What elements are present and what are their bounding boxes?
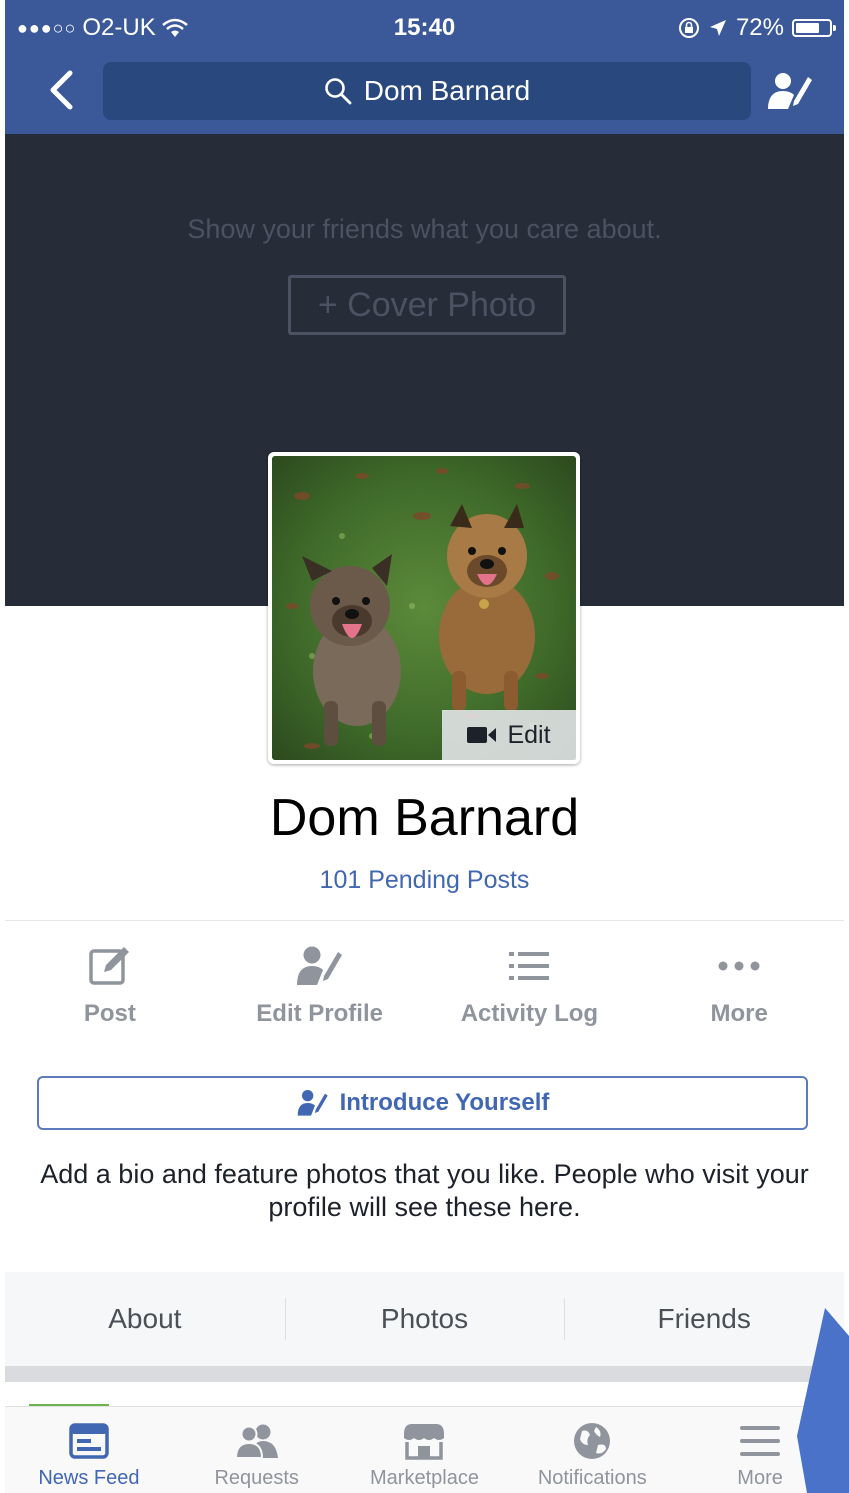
edit-profile-button[interactable]: Edit Profile <box>215 942 425 1042</box>
search-icon <box>324 78 352 105</box>
nav-news-feed-label: News Feed <box>38 1467 140 1489</box>
globe-icon <box>574 1423 611 1459</box>
post-label: Post <box>83 1000 136 1027</box>
post-button[interactable]: Post <box>5 942 215 1042</box>
activity-log-label: Activity Log <box>460 1000 599 1027</box>
tab-about[interactable]: About <box>5 1272 285 1366</box>
tabs-separator <box>5 1366 844 1382</box>
friend-requests-icon <box>234 1424 278 1459</box>
status-bar: ●●●○○ O2-UK 15:40 72% <box>5 6 844 46</box>
edit-label: Edit <box>507 720 551 749</box>
bottom-tab-bar: News Feed Requests Marketplace Notificat… <box>5 1406 844 1493</box>
nav-marketplace[interactable]: Marketplace <box>341 1407 509 1493</box>
battery-percent: 72% <box>735 14 784 41</box>
status-right: 72% <box>678 14 836 42</box>
edit-profile-label: Edit Profile <box>256 1000 383 1027</box>
profile-actions: Post Edit Profile Activity Log More <box>5 942 844 1042</box>
video-camera-icon <box>467 727 497 743</box>
search-field[interactable]: Dom Barnard <box>103 62 751 120</box>
nav-notifications-label: Notifications <box>537 1467 647 1489</box>
rotation-lock-icon <box>678 18 699 38</box>
introduce-yourself-label: Introduce Yourself <box>339 1089 550 1116</box>
profile-video-edit-button[interactable]: Edit <box>442 710 576 760</box>
nav-requests[interactable]: Requests <box>173 1407 341 1493</box>
nav-news-feed[interactable]: News Feed <box>5 1407 173 1493</box>
intro-description: Add a bio and feature photos that you li… <box>40 1159 809 1222</box>
add-cover-photo-button[interactable]: + Cover Photo <box>288 275 566 335</box>
divider <box>5 920 844 921</box>
cover-prompt: Show your friends what you care about. <box>187 214 662 244</box>
tab-photos[interactable]: Photos <box>284 1272 565 1366</box>
profile-picture[interactable]: Edit <box>268 452 580 764</box>
battery-icon <box>792 19 836 37</box>
battery-fill <box>796 23 819 33</box>
compose-icon <box>89 947 129 985</box>
pending-posts-link[interactable]: 101 Pending Posts <box>5 866 844 895</box>
nav-notifications[interactable]: Notifications <box>508 1407 676 1493</box>
profile-name: Dom Barnard <box>269 789 580 847</box>
edit-profile-icon <box>296 946 342 985</box>
edit-profile-icon <box>297 1090 328 1116</box>
news-feed-icon <box>69 1423 109 1459</box>
search-text: Dom Barnard <box>363 75 531 106</box>
more-actions-button[interactable]: More <box>634 942 844 1042</box>
more-dots-icon <box>718 961 760 971</box>
annotation-arrow <box>797 1308 849 1493</box>
introduce-yourself-button[interactable]: Introduce Yourself <box>37 1076 808 1130</box>
list-icon <box>509 952 550 980</box>
back-button[interactable] <box>39 68 83 112</box>
nav-more-label: More <box>737 1467 783 1489</box>
location-arrow-icon <box>709 20 726 36</box>
profile-tabs: About Photos Friends <box>5 1272 844 1366</box>
edit-profile-icon <box>768 73 812 109</box>
nav-requests-label: Requests <box>214 1467 299 1489</box>
more-label: More <box>710 1000 768 1027</box>
nav-marketplace-label: Marketplace <box>370 1467 479 1489</box>
chevron-left-icon <box>50 70 73 110</box>
top-bar: ●●●○○ O2-UK 15:40 72% Dom Barnard <box>5 0 844 134</box>
edit-profile-top-button[interactable] <box>764 66 816 116</box>
profile-screen: ●●●○○ O2-UK 15:40 72% Dom Barnard Show y… <box>5 0 844 1493</box>
marketplace-icon <box>404 1424 445 1460</box>
activity-log-button[interactable]: Activity Log <box>425 942 635 1042</box>
hamburger-icon <box>740 1426 781 1456</box>
